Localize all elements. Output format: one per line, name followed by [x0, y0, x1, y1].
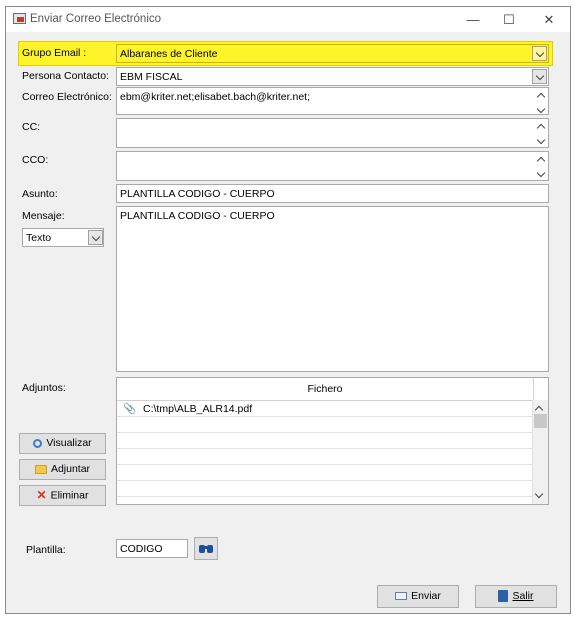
grupo-email-select[interactable]: Albaranes de Cliente	[116, 44, 549, 63]
salir-label: Salir	[512, 590, 534, 602]
title-bar: Enviar Correo Electrónico — ☐ ✕	[6, 7, 570, 32]
visualizar-button[interactable]: Visualizar	[19, 433, 106, 454]
mensaje-format-dropdown-icon[interactable]	[88, 230, 103, 245]
folder-icon	[34, 464, 47, 474]
minimize-button[interactable]: —	[458, 10, 488, 30]
enviar-button[interactable]: Enviar	[377, 585, 459, 608]
table-row	[117, 433, 533, 449]
grupo-email-dropdown-icon[interactable]	[532, 46, 547, 61]
scroll-thumb[interactable]	[534, 414, 547, 428]
persona-contacto-select[interactable]: EBM FISCAL	[116, 67, 549, 86]
adjuntos-label: Adjuntos:	[22, 382, 66, 394]
visualizar-label: Visualizar	[46, 437, 92, 449]
delete-x-icon: ✕	[36, 488, 47, 502]
file-name: C:\tmp\ALB_ALR14.pdf	[143, 403, 253, 415]
adjuntar-button[interactable]: Adjuntar	[19, 459, 106, 480]
attachments-grid[interactable]: Fichero 📎 C:\tmp\ALB_ALR14.pdf	[116, 377, 549, 505]
cc-input[interactable]	[116, 118, 549, 148]
cco-scroll[interactable]	[534, 153, 547, 179]
eliminar-label: Eliminar	[50, 489, 89, 502]
persona-contacto-label: Persona Contacto:	[22, 70, 109, 82]
scroll-down-icon[interactable]	[534, 488, 544, 500]
enviar-label: Enviar	[411, 590, 441, 602]
cc-label: CC:	[22, 121, 41, 133]
asunto-label: Asunto:	[22, 188, 58, 200]
grid-header-fichero[interactable]: Fichero	[117, 378, 534, 401]
correo-scroll[interactable]	[534, 89, 547, 115]
binoculars-search-button[interactable]	[194, 537, 218, 560]
mensaje-textarea[interactable]: PLANTILLA CODIGO - CUERPO	[116, 206, 549, 372]
binoculars-icon	[199, 543, 213, 553]
envelope-icon	[395, 592, 408, 601]
email-dialog: Enviar Correo Electrónico — ☐ ✕ Grupo Em…	[5, 6, 571, 614]
correo-label: Correo Electrónico:	[22, 91, 112, 103]
table-row	[117, 417, 533, 433]
salir-button[interactable]: Salir	[475, 585, 557, 608]
correo-input[interactable]: ebm@kriter.net;elisabet.bach@kriter.net;	[116, 87, 549, 115]
mensaje-label: Mensaje:	[22, 210, 65, 222]
maximize-button[interactable]: ☐	[494, 10, 524, 30]
table-row	[117, 465, 533, 481]
magnifier-icon	[33, 438, 43, 448]
table-row	[117, 449, 533, 465]
adjuntar-label: Adjuntar	[50, 463, 91, 475]
table-row	[117, 481, 533, 497]
eliminar-button[interactable]: ✕ Eliminar	[19, 485, 106, 506]
paperclip-icon: 📎	[123, 403, 137, 415]
window-title: Enviar Correo Electrónico	[30, 13, 162, 25]
cco-label: CCO:	[22, 154, 49, 166]
asunto-input[interactable]: PLANTILLA CODIGO - CUERPO	[116, 184, 549, 203]
grid-scrollbar[interactable]	[532, 400, 548, 504]
cco-input[interactable]	[116, 151, 549, 181]
table-row[interactable]: 📎 C:\tmp\ALB_ALR14.pdf	[117, 401, 533, 417]
plantilla-label: Plantilla:	[26, 544, 66, 556]
persona-contacto-dropdown-icon[interactable]	[532, 69, 547, 84]
cc-scroll[interactable]	[534, 120, 547, 146]
exit-door-icon	[498, 590, 509, 603]
app-icon	[13, 13, 26, 24]
grupo-email-label: Grupo Email :	[22, 47, 87, 59]
close-button[interactable]: ✕	[534, 10, 564, 30]
plantilla-input[interactable]: CODIGO	[116, 539, 188, 558]
